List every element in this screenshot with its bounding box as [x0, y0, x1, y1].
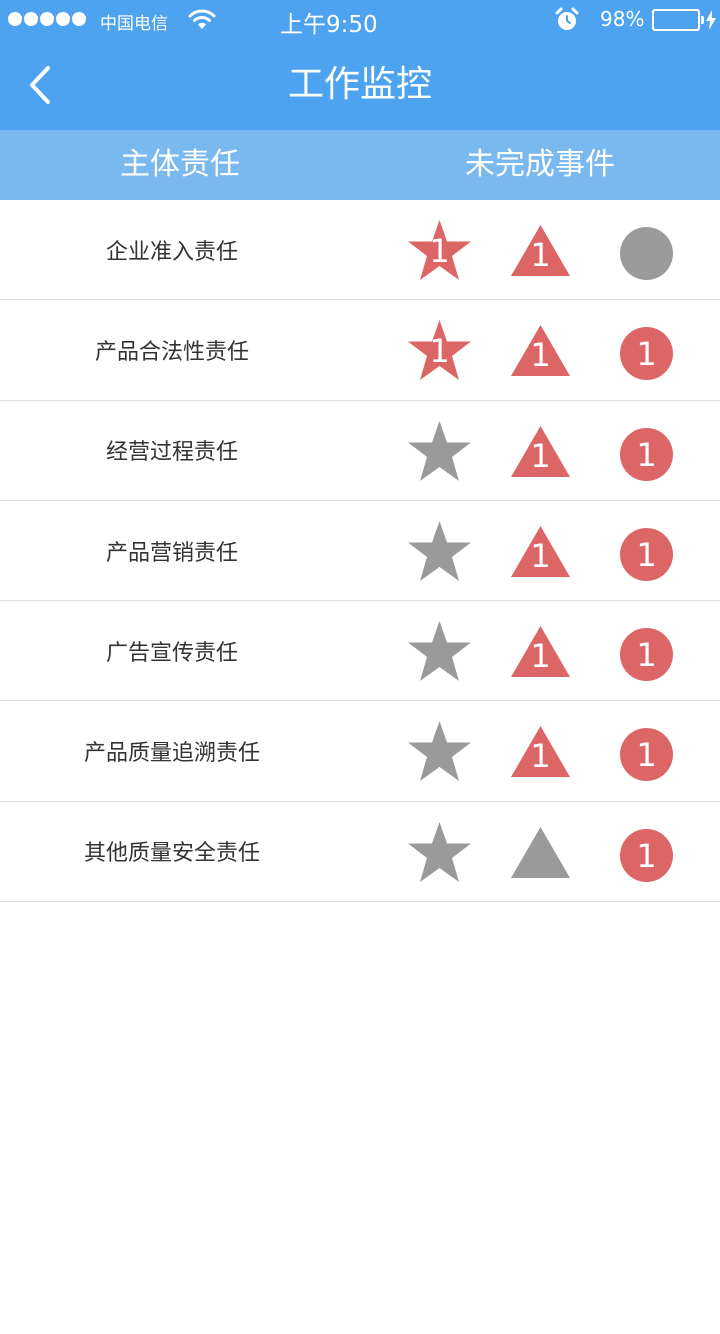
triangle-badge-count: 1	[530, 637, 551, 676]
chevron-left-icon	[30, 66, 50, 104]
circle-badge-count: 1	[636, 736, 657, 775]
tab-bar: 主体责任 未完成事件	[0, 130, 720, 200]
circle-badge-count: 1	[636, 335, 657, 374]
responsibility-label: 产品合法性责任	[94, 339, 249, 365]
star-icon	[408, 621, 471, 682]
status-time: 上午9:50	[280, 12, 378, 38]
triangle-badge[interactable]: 1	[511, 225, 570, 276]
responsibility-label: 经营过程责任	[105, 440, 238, 466]
tab-main-responsibility[interactable]: 主体责任	[0, 130, 360, 200]
status-bar: 中国电信 上午9:50 98%	[0, 0, 720, 40]
circle-badge-count: 1	[636, 535, 657, 574]
carrier-name: 中国电信	[100, 14, 168, 34]
responsibility-label: 其他质量安全责任	[83, 841, 260, 867]
triangle-badge[interactable]: 1	[511, 325, 570, 377]
triangle-badge-count: 1	[530, 536, 551, 575]
charging-bolt-icon	[706, 10, 716, 34]
list-item[interactable]: 产品合法性责任 1 1 1	[0, 300, 720, 401]
circle-badge[interactable]: 1	[620, 628, 673, 682]
star-badge-count: 1	[429, 232, 450, 270]
star-badge[interactable]	[408, 420, 471, 481]
triangle-badge[interactable]: 1	[511, 626, 570, 678]
triangle-badge-count: 1	[530, 436, 551, 475]
battery-percentage: 98%	[600, 7, 645, 31]
triangle-badge[interactable]: 1	[511, 425, 570, 477]
responsibility-label: 产品营销责任	[105, 540, 238, 566]
wifi-icon	[188, 8, 216, 34]
circle-badge[interactable]: 1	[620, 327, 673, 381]
circle-badge-count: 1	[636, 636, 657, 675]
signal-strength-icon	[8, 12, 86, 26]
star-badge[interactable]	[408, 621, 471, 682]
navigation-bar: 工作监控	[0, 40, 720, 130]
triangle-icon	[511, 826, 570, 878]
list-item[interactable]: 经营过程责任 1 1	[0, 401, 720, 501]
triangle-badge[interactable]: 1	[511, 726, 570, 778]
responsibility-list: 企业准入责任 1 1 产品合法性责任 1 1 1 经营过程责任 1 1 产品营销…	[0, 200, 720, 903]
circle-badge[interactable]: 1	[620, 427, 673, 481]
circle-icon	[620, 227, 673, 280]
circle-badge[interactable]: 1	[620, 828, 673, 882]
circle-badge[interactable]: 1	[620, 728, 673, 782]
circle-badge-count: 1	[636, 836, 657, 875]
triangle-badge-count: 1	[530, 737, 551, 776]
star-icon	[408, 520, 471, 581]
list-item[interactable]: 其他质量安全责任 1	[0, 802, 720, 903]
star-badge[interactable]	[408, 520, 471, 581]
star-badge[interactable]: 1	[408, 220, 471, 280]
responsibility-label: 企业准入责任	[105, 239, 238, 265]
star-badge[interactable]	[408, 821, 471, 882]
responsibility-label: 产品质量追溯责任	[83, 741, 260, 767]
battery-tip	[701, 16, 704, 24]
tab-unfinished-events[interactable]: 未完成事件	[360, 130, 720, 200]
screen: 中国电信 上午9:50 98% 工作监控 主体责任 未完成事件 企业准入责任 1…	[0, 0, 720, 1334]
triangle-badge-count: 1	[530, 236, 551, 274]
battery-icon	[652, 9, 700, 31]
star-icon	[408, 821, 471, 882]
page-title: 工作监控	[287, 64, 432, 105]
star-icon	[408, 721, 471, 782]
circle-badge[interactable]: 1	[620, 527, 673, 581]
star-badge[interactable]	[408, 721, 471, 782]
star-badge-count: 1	[429, 332, 450, 371]
back-button[interactable]	[20, 60, 70, 110]
triangle-badge[interactable]	[511, 826, 570, 878]
triangle-badge[interactable]: 1	[511, 525, 570, 577]
list-item[interactable]: 产品营销责任 1 1	[0, 501, 720, 602]
circle-badge-count: 1	[636, 435, 657, 474]
list-item[interactable]: 广告宣传责任 1 1	[0, 601, 720, 702]
triangle-badge-count: 1	[530, 336, 551, 375]
star-badge[interactable]: 1	[408, 320, 471, 381]
star-icon	[408, 420, 471, 481]
responsibility-label: 广告宣传责任	[105, 640, 238, 666]
list-item[interactable]: 产品质量追溯责任 1 1	[0, 701, 720, 802]
alarm-clock-icon	[554, 7, 580, 37]
circle-badge[interactable]	[620, 227, 673, 280]
list-item[interactable]: 企业准入责任 1 1	[0, 200, 720, 301]
